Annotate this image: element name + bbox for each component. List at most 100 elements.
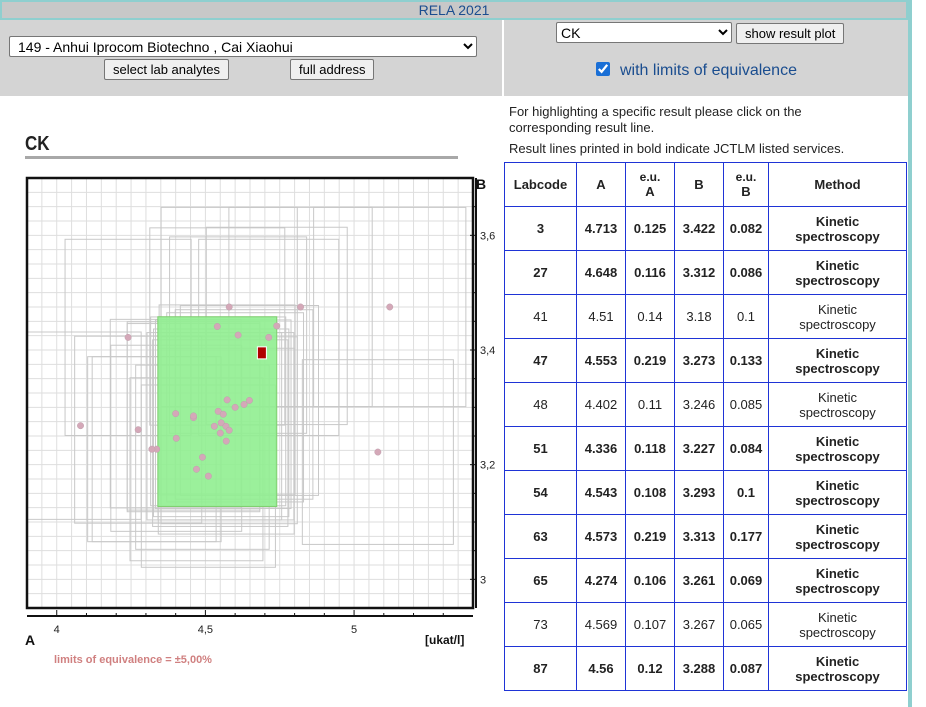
column-header-label: e.u. [735, 170, 757, 184]
result-point [222, 437, 230, 445]
result-point [223, 396, 231, 404]
cell-eua: 0.11 [625, 382, 675, 427]
result-point [225, 426, 233, 434]
method-line: Kinetic [815, 433, 860, 449]
table-body: 3 4.713 0.125 3.422 0.082 Kinetic spectroscopy… [504, 206, 907, 691]
y-tick-label: 3,6 [480, 230, 495, 242]
result-point [386, 303, 394, 311]
result-row[interactable]: 73 4.569 0.107 3.267 0.065 Kinetic spectroscop… [504, 602, 907, 647]
result-point [219, 410, 227, 418]
cell-method: Kinetic spectroscopy [768, 338, 907, 383]
highlighted-point [256, 346, 267, 360]
results-table: Labcode Ae.u. A Be.u. B Method 3 4.713 0.125 3.4… [504, 162, 907, 691]
column-header: Method [768, 162, 907, 207]
youden-plot[interactable]: 4 4,5 5 3 3,2 3,4 3,6 B A [ukat/l] [0, 165, 500, 665]
cell-eua: 0.12 [625, 646, 675, 691]
cell-b: 3.312 [674, 250, 724, 295]
result-point [245, 397, 253, 404]
result-point [273, 322, 281, 330]
cell-eub: 0.084 [723, 426, 769, 471]
cell-method: Kinetic spectroscopy [768, 602, 907, 647]
result-point [216, 429, 224, 437]
select-lab-analytes-button[interactable]: select lab analytes [104, 59, 229, 80]
cell-eua: 0.14 [625, 294, 675, 339]
unit-label: [ukat/l] [425, 633, 464, 647]
cell-method: Kinetic spectroscopy [768, 206, 907, 251]
method-line: spectroscopy [795, 448, 880, 464]
method-line: Kinetic [815, 477, 860, 493]
page-right-border [908, 0, 912, 707]
cell-method: Kinetic spectroscopy [768, 426, 907, 471]
cell-labcode: 27 [504, 250, 577, 295]
cell-eub: 0.085 [723, 382, 769, 427]
cell-b: 3.246 [674, 382, 724, 427]
result-row[interactable]: 47 4.553 0.219 3.273 0.133 Kinetic spectroscop… [504, 338, 907, 383]
result-point [240, 401, 248, 408]
cell-b: 3.267 [674, 602, 724, 647]
cell-eua: 0.125 [625, 206, 675, 251]
cell-labcode: 63 [504, 514, 577, 559]
method-line: spectroscopy [799, 404, 876, 420]
result-row[interactable]: 48 4.402 0.11 3.246 0.085 Kinetic spectroscopy [504, 382, 907, 427]
method-line: spectroscopy [795, 272, 880, 288]
cell-a: 4.56 [576, 646, 626, 691]
cell-a: 4.402 [576, 382, 626, 427]
cell-b: 3.293 [674, 470, 724, 515]
show-result-plot-button[interactable]: show result plot [736, 23, 845, 44]
result-row[interactable]: 54 4.543 0.108 3.293 0.1 Kinetic spectroscopy [504, 470, 907, 515]
result-point [297, 303, 304, 311]
cell-eub: 0.087 [723, 646, 769, 691]
info-text-1: For highlighting a specific result pleas… [509, 104, 802, 119]
result-row[interactable]: 87 4.56 0.12 3.288 0.087 Kinetic spectroscopy [504, 646, 907, 691]
result-row[interactable]: 63 4.573 0.219 3.313 0.177 Kinetic spectroscop… [504, 514, 907, 559]
y-axis-label: B [476, 176, 486, 192]
method-line: spectroscopy [795, 668, 880, 684]
page-title: RELA 2021 [418, 2, 490, 18]
result-point [134, 426, 142, 434]
cell-eub: 0.177 [723, 514, 769, 559]
result-row[interactable]: 51 4.336 0.118 3.227 0.084 Kinetic spectroscop… [504, 426, 907, 471]
cell-eua: 0.219 [625, 338, 675, 383]
cell-b: 3.18 [674, 294, 724, 339]
cell-labcode: 65 [504, 558, 577, 603]
limits-checkbox-label[interactable]: with limits of equivalence [620, 62, 797, 80]
cell-method: Kinetic spectroscopy [768, 470, 907, 515]
method-line: Kinetic [815, 565, 860, 581]
column-header: A [576, 162, 626, 207]
result-row[interactable]: 27 4.648 0.116 3.312 0.086 Kinetic spectroscop… [504, 250, 907, 295]
cell-a: 4.274 [576, 558, 626, 603]
result-point [204, 472, 212, 480]
method-line: spectroscopy [795, 580, 880, 596]
info-text-2: corresponding result line. [509, 120, 655, 135]
column-header-label: B [694, 177, 704, 192]
cell-eua: 0.118 [625, 426, 675, 471]
cell-eub: 0.069 [723, 558, 769, 603]
column-header: Labcode [504, 162, 577, 207]
analyte-select[interactable]: CK [556, 22, 732, 43]
method-line: spectroscopy [795, 228, 880, 244]
cell-a: 4.51 [576, 294, 626, 339]
chart-title-underline [25, 156, 458, 159]
cell-labcode: 48 [504, 382, 577, 427]
full-address-button[interactable]: full address [290, 59, 375, 80]
result-row[interactable]: 41 4.51 0.14 3.18 0.1 Kinetic spectroscopy [504, 294, 907, 339]
cell-eua: 0.108 [625, 470, 675, 515]
x-tick-label: 4,5 [198, 624, 213, 636]
result-point [148, 445, 156, 453]
column-header-label: Method [814, 177, 861, 192]
result-row[interactable]: 65 4.274 0.106 3.261 0.069 Kinetic spectroscop… [504, 558, 907, 603]
cell-labcode: 47 [504, 338, 577, 383]
cell-eub: 0.1 [723, 294, 769, 339]
result-point [374, 448, 382, 456]
column-header-sublabel: B [741, 184, 751, 199]
cell-labcode: 87 [504, 646, 577, 691]
cell-b: 3.422 [674, 206, 724, 251]
method-line: Kinetic [815, 345, 860, 361]
method-line: Kinetic [817, 609, 858, 625]
method-line: spectroscopy [799, 316, 876, 332]
x-axis-label: A [25, 632, 35, 648]
cell-b: 3.313 [674, 514, 724, 559]
lab-select[interactable]: 149 - Anhui Iprocom Biotechno , Cai Xiao… [9, 36, 477, 57]
limits-checkbox[interactable] [596, 62, 610, 76]
result-row[interactable]: 3 4.713 0.125 3.422 0.082 Kinetic spectroscopy [504, 206, 907, 251]
